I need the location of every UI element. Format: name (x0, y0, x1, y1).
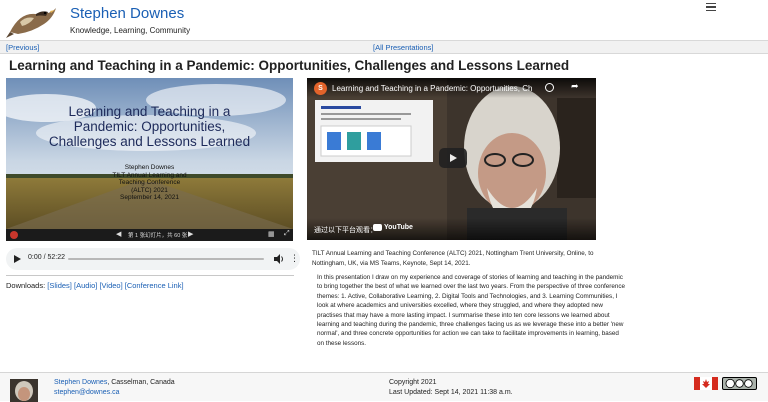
site-title[interactable]: Stephen Downes (70, 5, 184, 22)
download-audio-link[interactable]: [Audio] (74, 281, 97, 290)
slide-title-line: Challenges and Lessons Learned (48, 134, 251, 149)
author-name-link[interactable]: Stephen Downes (54, 379, 107, 386)
slide-author-line: September 14, 2021 (120, 194, 179, 201)
slide-author-line: Teaching Conference (118, 179, 181, 186)
page-title: Learning and Teaching in a Pandemic: Opp… (9, 58, 570, 73)
footer-author: Stephen Downes, Casselman, Canada (54, 379, 175, 386)
conference-info: TILT Annual Learning and Teaching Confer… (312, 250, 594, 267)
canada-flag-icon (694, 377, 718, 390)
author-photo[interactable] (10, 379, 38, 402)
downloads-label: Downloads: (6, 281, 46, 290)
audio-play-icon[interactable] (14, 255, 21, 263)
site-header: Stephen Downes Knowledge, Learning, Comm… (0, 0, 768, 40)
creative-commons-license-icon[interactable] (722, 377, 757, 390)
hamburger-menu-icon[interactable] (706, 3, 716, 11)
presentation-nav: [Previous] [All Presentations] (0, 40, 768, 54)
watch-on-label: 通过以下平台观看： (314, 227, 377, 234)
slide-author-block: Stephen Downes TILT Annual Learning and … (6, 164, 293, 202)
slide-title-line: Pandemic: Opportunities, (73, 119, 226, 134)
sparrow-logo-icon[interactable] (6, 2, 60, 40)
previous-slide-icon[interactable]: ◀ (116, 230, 121, 238)
audio-time: 0:00 / 52:22 (28, 254, 65, 261)
slide-background-image (6, 78, 293, 229)
volume-icon[interactable] (274, 253, 284, 265)
channel-avatar[interactable]: S (314, 82, 327, 95)
all-presentations-link[interactable]: [All Presentations] (373, 43, 433, 52)
download-video-link[interactable]: [Video] (99, 281, 122, 290)
slide-author-line: TILT Annual Learning and (112, 171, 187, 179)
slides-viewer[interactable]: Learning and Teaching in a Pandemic: Opp… (6, 78, 293, 241)
youtube-logo-icon[interactable] (373, 224, 382, 231)
slide-page-indicator: 第 1 张幻灯片，共 60 张 (128, 233, 188, 239)
slide-title-line: Learning and Teaching in a (68, 104, 231, 119)
office-logo-icon[interactable] (10, 231, 18, 239)
conference-link[interactable]: [Conference Link] (125, 281, 184, 290)
youtube-video-embed[interactable]: S Learning and Teaching in a Pandemic: O… (307, 78, 596, 240)
downloads-line: Downloads: [Slides] [Audio] [Video] [Con… (6, 281, 184, 290)
slide-preview: Learning and Teaching in a Pandemic: Opp… (6, 78, 293, 229)
site-tagline: Knowledge, Learning, Community (70, 26, 191, 35)
previous-link[interactable]: [Previous] (6, 43, 39, 52)
slide-title: Learning and Teaching in a Pandemic: Opp… (6, 104, 293, 149)
youtube-logo-text[interactable]: YouTube (384, 224, 413, 231)
share-icon[interactable]: ➦ (571, 81, 579, 92)
slide-tools-icon[interactable]: ▦ (268, 230, 275, 238)
site-footer: Stephen Downes, Casselman, Canada stephe… (0, 372, 768, 402)
author-location: , Casselman, Canada (107, 379, 175, 386)
audio-more-options-icon[interactable]: ⋮ (290, 253, 299, 264)
slides-toolbar: ◀ 第 1 张幻灯片，共 60 张 ▶ ▦ ⤢ (6, 229, 293, 241)
audio-progress-slider[interactable] (68, 258, 264, 260)
video-title[interactable]: Learning and Teaching in a Pandemic: Opp… (332, 84, 532, 93)
download-slides-link[interactable]: [Slides] (47, 281, 72, 290)
author-photo-image (10, 379, 38, 402)
watch-later-icon[interactable] (545, 83, 554, 92)
fullscreen-icon[interactable]: ⤢ (284, 230, 290, 238)
next-slide-icon[interactable]: ▶ (188, 230, 193, 238)
last-updated: Last Updated: Sept 14, 2021 11:38 a.m. (389, 389, 513, 396)
copyright: Copyright 2021 (389, 379, 437, 386)
divider (6, 275, 294, 276)
slide-author-line: Stephen Downes (124, 164, 175, 171)
slide-author-line: (ALTC) 2021 (131, 186, 168, 194)
presentation-abstract: In this presentation I draw on my experi… (317, 274, 626, 347)
author-email-link[interactable]: stephen@downes.ca (54, 389, 119, 396)
audio-player: 0:00 / 52:22 ⋮ (6, 248, 300, 270)
video-play-button[interactable] (439, 148, 467, 168)
